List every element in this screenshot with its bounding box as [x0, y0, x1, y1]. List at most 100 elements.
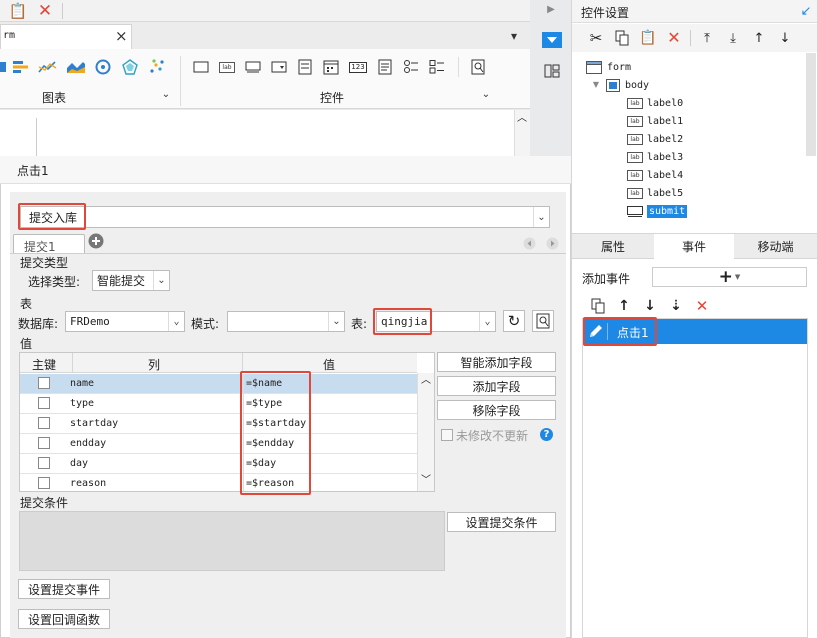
chevron-down-icon[interactable]: ⌄ — [533, 207, 549, 227]
tree-scrollbar[interactable] — [806, 53, 816, 156]
tab-properties[interactable]: 属性 — [572, 234, 654, 258]
chart-line-icon[interactable] — [38, 59, 58, 75]
table-row[interactable]: type =$type — [20, 394, 417, 414]
chevron-down-icon[interactable]: ⌄ — [153, 271, 169, 290]
preview-table-button[interactable] — [532, 310, 554, 332]
control-text-icon[interactable] — [244, 59, 262, 75]
blue-dropdown-button[interactable] — [542, 32, 562, 48]
paste-icon[interactable]: 📋 — [9, 2, 28, 20]
tree-node-label0[interactable]: lab label0 — [627, 94, 683, 112]
help-icon[interactable]: ? — [540, 428, 553, 441]
chevron-down-icon[interactable]: ⌄ — [479, 312, 495, 331]
table-scrollbar[interactable]: ︿ ﹀ — [417, 373, 434, 491]
paste-icon[interactable]: 📋 — [639, 29, 657, 47]
delete-icon[interactable]: ✕ — [36, 2, 54, 20]
database-select[interactable]: FRDemo ⌄ — [65, 311, 185, 332]
collapse-right-icon[interactable]: ▶ — [545, 3, 557, 17]
move-bottom-icon[interactable]: ⇣ — [667, 297, 685, 315]
event-type-select[interactable]: 提交入库 ⌄ — [20, 206, 550, 228]
delete-icon[interactable]: ✕ — [665, 29, 683, 47]
expand-arrow-icon[interactable]: ↙ — [798, 3, 814, 19]
tab-events[interactable]: 事件 — [654, 234, 734, 259]
tab-prev-icon[interactable] — [522, 236, 536, 250]
control-label-icon[interactable]: lab — [218, 59, 236, 75]
table-row[interactable]: name =$name — [20, 374, 417, 394]
delete-icon[interactable]: ✕ — [693, 297, 711, 315]
move-top-icon[interactable]: ⤒ — [698, 29, 716, 47]
layout-grid-icon[interactable] — [542, 62, 562, 80]
tree-node-submit[interactable]: submit — [627, 202, 688, 220]
chevron-down-icon[interactable]: ⌄ — [168, 312, 184, 331]
copy-icon[interactable] — [613, 29, 631, 47]
chart-group-expand-icon[interactable]: ⌄ — [160, 89, 172, 101]
highlight-event-type — [18, 203, 86, 230]
cut-icon[interactable]: ✂ — [587, 29, 605, 47]
set-submit-event-button[interactable]: 设置提交事件 — [18, 579, 110, 599]
add-field-button[interactable]: 添加字段 — [437, 376, 556, 396]
tree-node-label2[interactable]: lab label2 — [627, 130, 683, 148]
control-list-icon[interactable] — [296, 58, 314, 76]
chart-scatter-icon[interactable] — [148, 58, 166, 76]
tree-expand-icon[interactable]: ▼ — [591, 79, 601, 91]
pk-checkbox[interactable] — [38, 437, 50, 449]
control-number-icon[interactable]: 123 — [348, 59, 368, 75]
pk-checkbox[interactable] — [38, 477, 50, 489]
table-row[interactable]: reason =$reason — [20, 474, 417, 491]
chart-radar-icon[interactable] — [121, 58, 139, 76]
control-radio-group-icon[interactable] — [402, 58, 420, 76]
table-row[interactable]: startday =$startday — [20, 414, 417, 434]
scroll-down-icon[interactable]: ﹀ — [420, 475, 432, 487]
control-button-icon[interactable] — [192, 59, 210, 75]
tree-node-label3[interactable]: lab label3 — [627, 148, 683, 166]
control-checkbox-group-icon[interactable] — [428, 58, 446, 76]
refresh-button[interactable]: ↻ — [503, 310, 525, 332]
pk-checkbox[interactable] — [38, 377, 50, 389]
set-callback-button[interactable]: 设置回调函数 — [18, 609, 110, 629]
move-up-icon[interactable]: ↑ — [615, 297, 633, 315]
unmodified-checkbox[interactable] — [441, 429, 453, 441]
tree-node-label5[interactable]: lab label5 — [627, 184, 683, 202]
move-down-icon[interactable]: ↓ — [641, 297, 659, 315]
smart-add-fields-button[interactable]: 智能添加字段 — [437, 352, 556, 372]
close-icon[interactable]: × — [115, 27, 128, 45]
controls-group-expand-icon[interactable]: ⌄ — [480, 89, 492, 101]
move-bottom-icon[interactable]: ⤓ — [724, 29, 742, 47]
chart-gauge-icon[interactable] — [94, 58, 112, 76]
scroll-up-icon[interactable]: ︿ — [420, 375, 432, 387]
tree-node-body[interactable]: body — [606, 76, 649, 94]
pk-checkbox[interactable] — [38, 417, 50, 429]
add-tab-icon[interactable] — [88, 233, 104, 249]
form-tab[interactable]: rm × — [0, 24, 132, 49]
copy-icon[interactable] — [589, 297, 607, 315]
canvas-ruler-line — [36, 118, 37, 158]
tree-node-form[interactable]: form — [586, 58, 631, 76]
control-textarea-icon[interactable] — [376, 58, 394, 76]
submit-type-select[interactable]: 智能提交 ⌄ — [92, 270, 170, 291]
label-icon: lab — [627, 187, 643, 199]
tab-next-icon[interactable] — [545, 236, 559, 250]
mode-select[interactable]: ⌄ — [227, 311, 345, 332]
table-row[interactable]: endday =$endday — [20, 434, 417, 454]
control-search-icon[interactable] — [469, 58, 487, 76]
chart-group-label: 图表 — [42, 91, 67, 105]
control-combo-icon[interactable] — [270, 59, 288, 75]
subtab-submit1[interactable]: 提交1 — [13, 234, 85, 254]
move-up-icon[interactable]: ↑ — [750, 29, 768, 47]
chart-hbar-icon[interactable] — [12, 59, 30, 75]
move-down-icon[interactable]: ↓ — [776, 29, 794, 47]
table-row[interactable]: day =$day — [20, 454, 417, 474]
set-submit-condition-button[interactable]: 设置提交条件 — [447, 512, 556, 532]
chart-bar-icon[interactable] — [0, 59, 8, 75]
scroll-up-icon[interactable]: ︿ — [516, 114, 528, 124]
pk-checkbox[interactable] — [38, 457, 50, 469]
tab-mobile[interactable]: 移动端 — [734, 234, 817, 258]
control-date-icon[interactable] — [322, 58, 340, 76]
tree-node-label4[interactable]: lab label4 — [627, 166, 683, 184]
chevron-down-icon[interactable]: ⌄ — [328, 312, 344, 331]
add-event-button[interactable]: + ▼ — [652, 267, 807, 287]
pin-icon[interactable]: ▾ — [506, 28, 522, 44]
tree-node-label1[interactable]: lab label1 — [627, 112, 683, 130]
pk-checkbox[interactable] — [38, 397, 50, 409]
remove-field-button[interactable]: 移除字段 — [437, 400, 556, 420]
chart-area-icon[interactable] — [66, 59, 86, 75]
